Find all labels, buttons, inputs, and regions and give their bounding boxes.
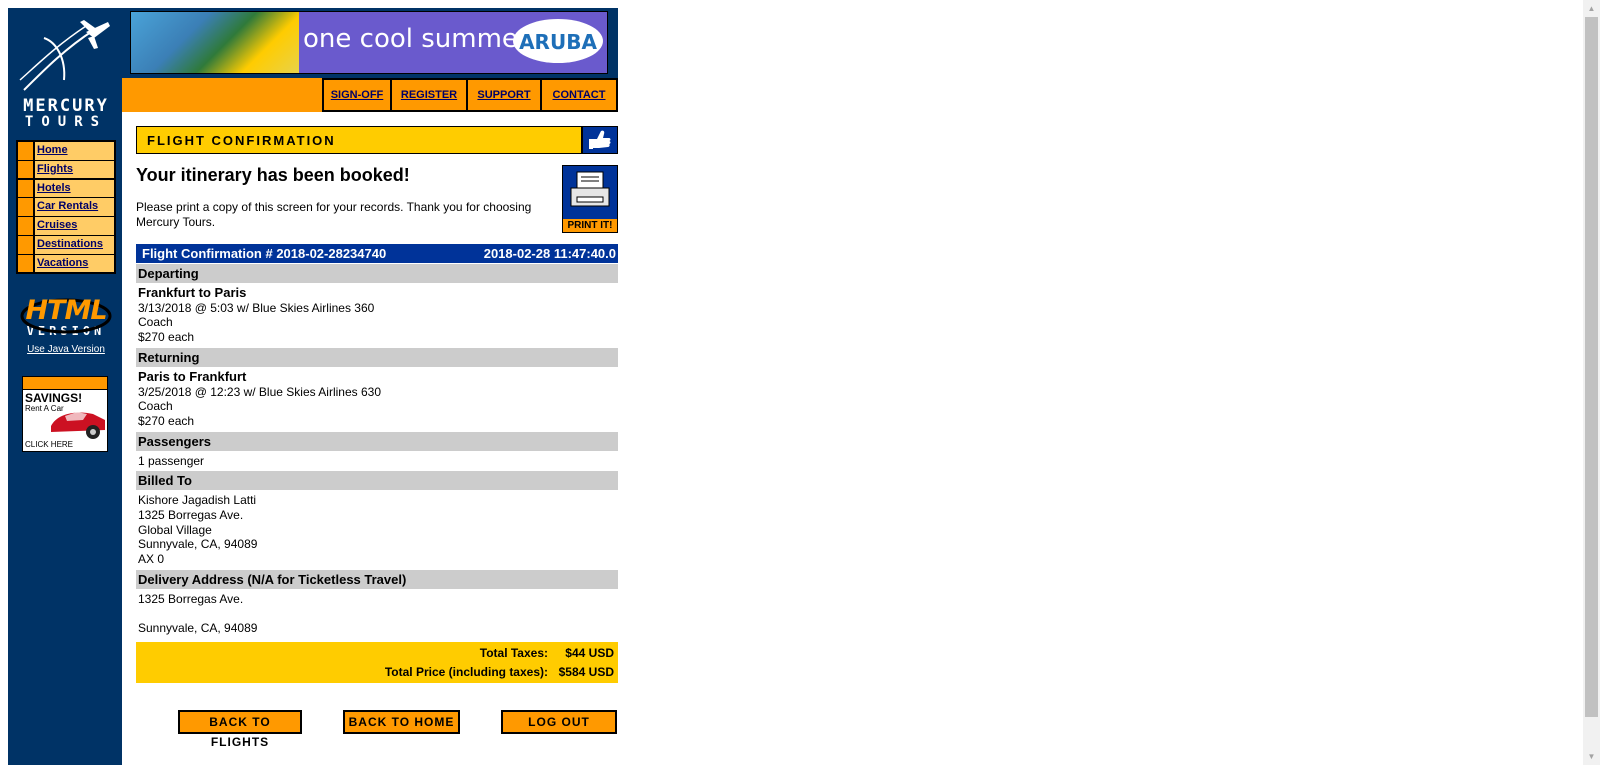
top-nav-item-contact: CONTACT [540, 78, 618, 112]
delivery-address2 [138, 607, 618, 622]
side-nav-link-car-rentals[interactable]: Car Rentals [37, 200, 98, 212]
side-nav-item-car-rentals: Car Rentals [18, 198, 114, 216]
passengers-header: Passengers [136, 431, 618, 451]
printer-icon [570, 171, 610, 207]
html-version-title: HTML [25, 295, 107, 326]
aruba-ad-banner[interactable]: one cool summer ARUBA [130, 11, 608, 74]
top-nav: SIGN-OFF REGISTER SUPPORT CONTACT [122, 78, 618, 112]
beach-photo [131, 12, 299, 73]
scroll-up-arrow-icon[interactable]: ▲ [1583, 0, 1600, 17]
billed-to-details: Kishore Jagadish Latti 1325 Borregas Ave… [136, 490, 618, 569]
departing-flight-detail: 3/13/2018 @ 5:03 w/ Blue Skies Airlines … [138, 300, 375, 315]
returning-header: Returning [136, 347, 618, 367]
confirmation-table: Flight Confirmation # 2018-02-28234740 2… [136, 244, 618, 683]
billed-city-line: Sunnyvale, CA, 94089 [138, 537, 258, 552]
car-icon [51, 412, 105, 439]
departing-class: Coach [138, 315, 173, 330]
total-price-row: Total Price (including taxes): $584 USD [136, 663, 618, 682]
side-nav-item-vacations: Vacations [18, 254, 114, 273]
billed-name: Kishore Jagadish Latti [138, 493, 257, 508]
banner-tagline: one cool summer [303, 24, 529, 54]
logo-word-tours: TOURS [24, 114, 108, 130]
billed-address2: Global Village [138, 522, 212, 537]
total-taxes-row: Total Taxes: $44 USD [136, 644, 618, 663]
side-nav-link-hotels[interactable]: Hotels [37, 182, 71, 194]
thumbs-up-icon [589, 130, 611, 149]
confirmation-timestamp: 2018-02-28 11:47:40.0 [483, 246, 616, 261]
delivery-header: Delivery Address (N/A for Ticketless Tra… [136, 569, 618, 589]
total-taxes-label: Total Taxes: [479, 645, 548, 660]
side-nav-link-vacations[interactable]: Vacations [37, 257, 88, 269]
sign-off-link[interactable]: SIGN-OFF [331, 89, 384, 101]
airplane-logo-icon [19, 20, 110, 91]
side-nav-item-home: Home [18, 142, 114, 160]
returning-route: Paris to Frankfurt [138, 368, 247, 384]
register-link[interactable]: REGISTER [401, 89, 457, 101]
sidebar: MERCURY TOURS Home Flights Hotels Car Re… [8, 8, 122, 765]
side-nav-item-destinations: Destinations [18, 235, 114, 254]
section-title: FLIGHT CONFIRMATION [136, 126, 582, 154]
thumbs-up-box [582, 126, 618, 154]
total-price-value: $584 USD [558, 664, 614, 679]
banner: one cool summer ARUBA [122, 8, 618, 78]
html-version-badge: HTML VERSION Use Java Version [18, 296, 114, 355]
car-rental-ad[interactable]: SAVINGS! Rent A Car CLICK HERE [22, 376, 108, 452]
back-to-flights-button[interactable]: BACK TO FLIGHTS [178, 710, 302, 749]
billed-address1: 1325 Borregas Ave. [138, 508, 244, 523]
confirmation-number: Flight Confirmation # 2018-02-28234740 [142, 246, 387, 261]
scrollbar-thumb[interactable] [1585, 17, 1598, 717]
log-out-button[interactable]: LOG OUT [501, 710, 617, 734]
ad-cta: CLICK HERE [25, 440, 74, 449]
vertical-scrollbar[interactable]: ▲ ▼ [1583, 0, 1600, 765]
returning-flight-detail: 3/25/2018 @ 12:23 w/ Blue Skies Airlines… [138, 384, 381, 399]
side-nav-link-home[interactable]: Home [37, 144, 68, 156]
side-nav-link-cruises[interactable]: Cruises [37, 219, 77, 231]
billed-card: AX 0 [138, 552, 165, 567]
print-it-button[interactable]: PRINT IT! [562, 165, 618, 233]
side-nav-link-destinations[interactable]: Destinations [37, 238, 103, 250]
aruba-logo: ARUBA [513, 19, 603, 63]
total-price-label: Total Price (including taxes): [384, 664, 548, 679]
departing-route: Frankfurt to Paris [138, 285, 247, 300]
booking-heading: Your itinerary has been booked! [136, 165, 410, 185]
scroll-down-arrow-icon[interactable]: ▼ [1583, 748, 1600, 765]
delivery-city-line: Sunnyvale, CA, 94089 [138, 621, 258, 636]
departing-header: Departing [136, 264, 618, 283]
mercury-tours-logo[interactable]: MERCURY TOURS [16, 18, 116, 130]
support-link[interactable]: SUPPORT [477, 89, 530, 101]
back-to-home-button[interactable]: BACK TO HOME [343, 710, 460, 734]
contact-link[interactable]: CONTACT [553, 89, 606, 101]
delivery-address1: 1325 Borregas Ave. [138, 591, 244, 606]
billed-to-header: Billed To [136, 471, 618, 491]
returning-details: Paris to Frankfurt 3/25/2018 @ 12:23 w/ … [136, 367, 618, 431]
totals-box: Total Taxes: $44 USD Total Price (includ… [136, 641, 618, 683]
side-nav-item-flights: Flights [18, 160, 114, 179]
delivery-details: 1325 Borregas Ave. Sunnyvale, CA, 94089 [136, 589, 618, 638]
logo-word-mercury: MERCURY [23, 96, 109, 116]
print-it-label: PRINT IT! [563, 219, 617, 232]
passenger-count: 1 passenger [138, 453, 205, 468]
departing-price: $270 each [138, 330, 195, 345]
side-nav-item-cruises: Cruises [18, 217, 114, 235]
passengers-details: 1 passenger [136, 451, 618, 471]
top-nav-item-sign-off: SIGN-OFF [322, 78, 392, 112]
side-nav: Home Flights Hotels Car Rentals Cruises … [16, 140, 116, 275]
departing-details: Frankfurt to Paris 3/13/2018 @ 5:03 w/ B… [136, 283, 618, 347]
side-nav-link-flights[interactable]: Flights [37, 163, 73, 175]
side-nav-item-hotels: Hotels [18, 179, 114, 198]
print-message: Please print a copy of this screen for y… [136, 200, 532, 229]
use-java-version-link[interactable]: Use Java Version [27, 344, 105, 355]
returning-price: $270 each [138, 413, 195, 428]
confirmation-header: Flight Confirmation # 2018-02-28234740 2… [136, 244, 618, 263]
total-taxes-value: $44 USD [565, 645, 614, 660]
top-nav-item-support: SUPPORT [466, 78, 542, 112]
top-nav-item-register: REGISTER [390, 78, 468, 112]
returning-class: Coach [138, 399, 173, 414]
